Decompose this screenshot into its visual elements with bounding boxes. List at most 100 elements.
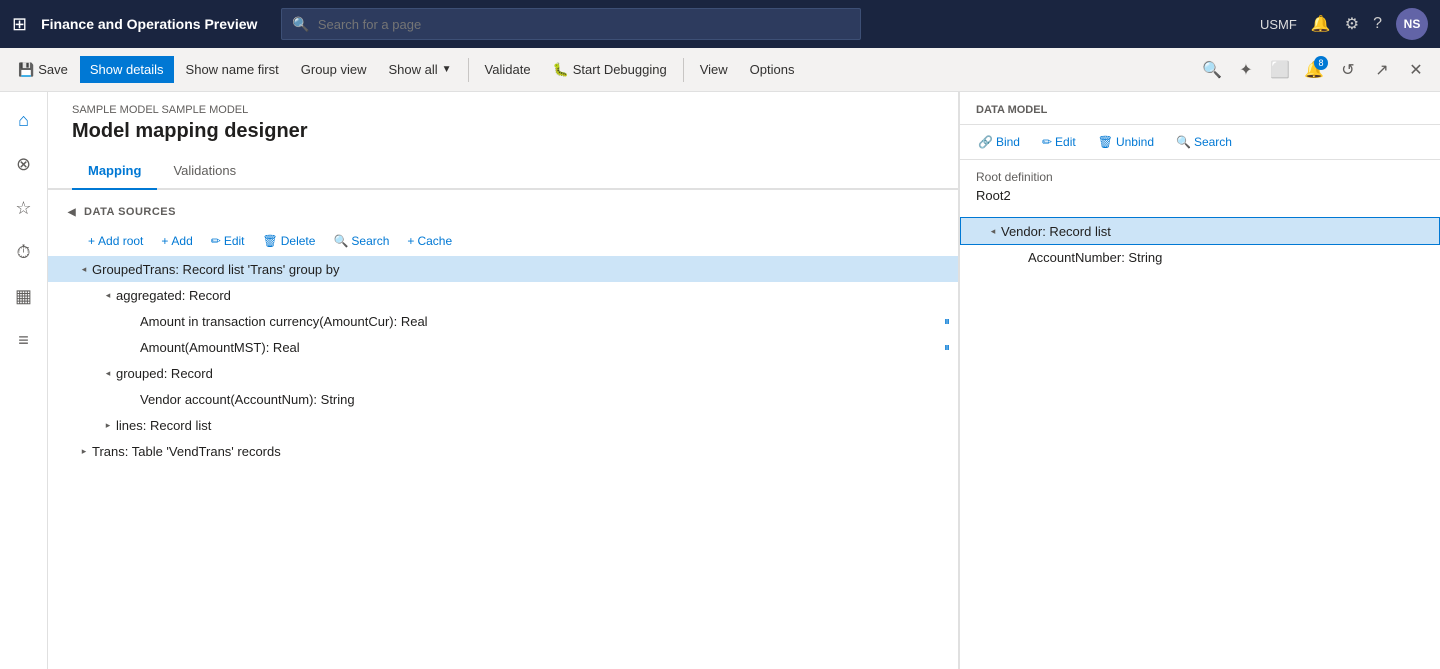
page-header: SAMPLE MODEL SAMPLE MODEL Model mapping … (48, 92, 958, 155)
search-button[interactable]: 🔍 Search (325, 230, 397, 252)
grouped-trans-expand[interactable]: ◂ (76, 261, 92, 277)
sidebar-filter-icon[interactable]: ⊗ (4, 144, 44, 184)
group-view-button[interactable]: Group view (291, 56, 377, 83)
tab-validations[interactable]: Validations (157, 155, 252, 190)
sidebar-home-icon[interactable]: ⌂ (4, 100, 44, 140)
app-title: Finance and Operations Preview (41, 16, 257, 32)
tree-item-grouped-trans[interactable]: ◂ GroupedTrans: Record list 'Trans' grou… (48, 256, 958, 282)
dm-search-button[interactable]: 🔍 Search (1166, 131, 1242, 153)
add-root-button[interactable]: + Add root (80, 230, 151, 252)
show-name-first-button[interactable]: Show name first (176, 56, 289, 83)
dm-search-icon: 🔍 (1176, 135, 1191, 149)
tree-item-trans[interactable]: ▸ Trans: Table 'VendTrans' records (48, 438, 958, 464)
search-icon: 🔍 (333, 234, 348, 248)
grouped-expand[interactable]: ◂ (100, 365, 116, 381)
bind-icon: 🔗 (978, 135, 993, 149)
notification-icon[interactable]: 🔔 8 (1298, 54, 1330, 86)
tree-item-amount-mst[interactable]: Amount(AmountMST): Real ⏸ (48, 334, 958, 360)
grouped-trans-label: GroupedTrans: Record list 'Trans' group … (92, 262, 958, 277)
data-model-toolbar: 🔗 Bind ✏ Edit 🗑 Unbind 🔍 Search (960, 125, 1440, 160)
delete-button[interactable]: 🗑 Delete (255, 230, 324, 252)
content-area: SAMPLE MODEL SAMPLE MODEL Model mapping … (48, 92, 1440, 669)
sidebar-favorites-icon[interactable]: ☆ (4, 188, 44, 228)
vendor-expand[interactable]: ◂ (985, 223, 1001, 239)
search-toolbar-icon[interactable]: 🔍 (1196, 54, 1228, 86)
search-input[interactable] (318, 17, 851, 32)
gear-icon[interactable]: ⚙ (1345, 14, 1359, 34)
lines-expand[interactable]: ▸ (100, 417, 116, 433)
breadcrumb: SAMPLE MODEL SAMPLE MODEL (72, 104, 934, 116)
close-icon[interactable]: ✕ (1400, 54, 1432, 86)
sidebar-history-icon[interactable]: ⏱ (4, 232, 44, 272)
top-nav-right: USMF 🔔 ⚙ ? NS (1260, 8, 1428, 40)
tree-item-vendor-account[interactable]: Vendor account(AccountNum): String (48, 386, 958, 412)
section-container: ◀ DATA SOURCES + Add root + Add ✏ E (48, 190, 958, 669)
tree-item-amount-cur[interactable]: Amount in transaction currency(AmountCur… (48, 308, 958, 334)
search-bar: 🔍 (281, 8, 861, 40)
right-tree-item-account-number[interactable]: AccountNumber: String (960, 245, 1440, 270)
trans-label: Trans: Table 'VendTrans' records (92, 444, 958, 459)
toolbar: 💾 Save Show details Show name first Grou… (0, 48, 1440, 92)
edit-icon: ✏ (211, 234, 221, 248)
data-sources-collapse-btn[interactable]: ◀ (64, 204, 80, 220)
validate-button[interactable]: Validate (475, 56, 541, 83)
aggregated-label: aggregated: Record (116, 288, 958, 303)
tabs: Mapping Validations (48, 155, 958, 190)
data-sources-tree: ◂ GroupedTrans: Record list 'Trans' grou… (48, 256, 958, 464)
tree-item-grouped[interactable]: ◂ grouped: Record (48, 360, 958, 386)
root-definition-section: Root definition Root2 (960, 160, 1440, 213)
view-button[interactable]: View (690, 56, 738, 83)
right-tree-item-vendor[interactable]: ◂ Vendor: Record list (960, 217, 1440, 245)
cache-icon: + (407, 234, 414, 248)
aggregated-expand[interactable]: ◂ (100, 287, 116, 303)
refresh-icon[interactable]: ↺ (1332, 54, 1364, 86)
tree-item-lines[interactable]: ▸ lines: Record list (48, 412, 958, 438)
edit-button[interactable]: ✏ Edit (203, 230, 253, 252)
bug-icon: 🐛 (553, 62, 569, 78)
bind-button[interactable]: 🔗 Bind (968, 131, 1030, 153)
add-root-icon: + (88, 234, 95, 248)
dm-edit-icon: ✏ (1042, 135, 1052, 149)
vendor-account-label: Vendor account(AccountNum): String (140, 392, 958, 407)
tab-mapping[interactable]: Mapping (72, 155, 157, 190)
trans-expand[interactable]: ▸ (76, 443, 92, 459)
lines-label: lines: Record list (116, 418, 958, 433)
delete-icon: 🗑 (263, 234, 278, 248)
show-all-button[interactable]: Show all ▼ (379, 56, 462, 83)
amount-cur-label: Amount in transaction currency(AmountCur… (140, 314, 944, 329)
sidebar-modules-icon[interactable]: ≡ (4, 320, 44, 360)
left-sidebar: ⌂ ⊗ ☆ ⏱ ▦ ≡ (0, 92, 48, 669)
show-all-dropdown-arrow: ▼ (442, 64, 452, 75)
avatar[interactable]: NS (1396, 8, 1428, 40)
bell-icon[interactable]: 🔔 (1311, 14, 1331, 34)
fullscreen-icon[interactable]: ⬜ (1264, 54, 1296, 86)
data-model-header: DATA MODEL (960, 92, 1440, 125)
amount-mst-spacer (124, 339, 140, 355)
data-sources-toolbar: + Add root + Add ✏ Edit 🗑 Delete (48, 226, 958, 256)
share-icon[interactable]: ↗ (1366, 54, 1398, 86)
save-button[interactable]: 💾 Save (8, 56, 78, 84)
company-label: USMF (1260, 17, 1297, 32)
add-button[interactable]: + Add (153, 230, 200, 252)
start-debugging-button[interactable]: 🐛 Start Debugging (543, 56, 677, 84)
personalize-icon[interactable]: ✦ (1230, 54, 1262, 86)
grid-icon[interactable]: ⊞ (12, 14, 27, 35)
connector-line-1: ⏸ (944, 314, 950, 329)
data-model-tree: ◂ Vendor: Record list AccountNumber: Str… (960, 213, 1440, 669)
root-definition-label: Root definition (976, 170, 1424, 184)
options-button[interactable]: Options (740, 56, 805, 83)
help-icon[interactable]: ? (1373, 15, 1382, 33)
right-panel: DATA MODEL 🔗 Bind ✏ Edit 🗑 Unbind 🔍 Sear… (960, 92, 1440, 669)
connector-line-2: ⏸ (944, 340, 950, 355)
add-icon: + (161, 234, 168, 248)
page-title: Model mapping designer (72, 120, 934, 143)
show-details-button[interactable]: Show details (80, 56, 174, 83)
data-sources-header: ◀ DATA SOURCES (48, 198, 958, 226)
amount-cur-spacer (124, 313, 140, 329)
tree-item-aggregated[interactable]: ◂ aggregated: Record (48, 282, 958, 308)
sidebar-workspaces-icon[interactable]: ▦ (4, 276, 44, 316)
unbind-button[interactable]: 🗑 Unbind (1088, 131, 1164, 153)
cache-button[interactable]: + Cache (399, 230, 460, 252)
toolbar-separator-2 (683, 58, 684, 82)
dm-edit-button[interactable]: ✏ Edit (1032, 131, 1086, 153)
